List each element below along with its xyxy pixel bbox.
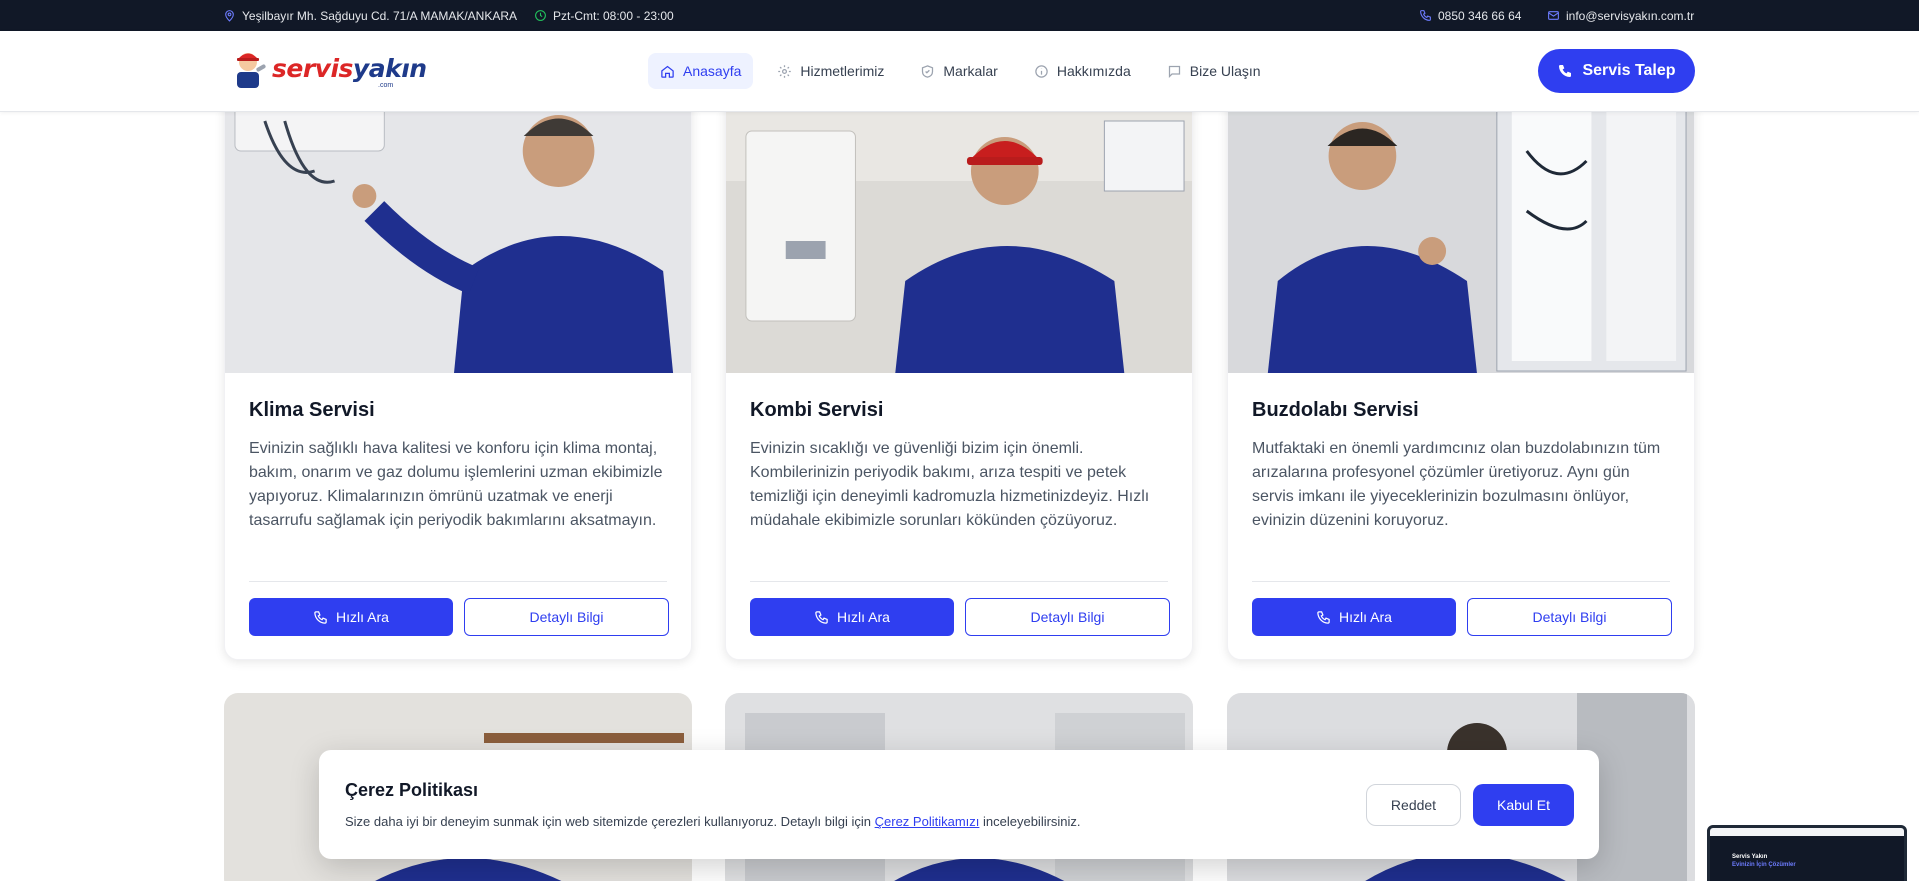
card-divider — [750, 581, 1168, 582]
logo-part1: servis — [272, 53, 353, 83]
preview-heading: Servis Yakın — [1732, 854, 1768, 860]
nav-label: Markalar — [943, 63, 998, 79]
phone-icon — [314, 610, 327, 624]
service-title: Kombi Servisi — [750, 399, 884, 421]
details-button[interactable]: Detaylı Bilgi — [464, 598, 669, 636]
site-logo[interactable]: servisyakın .com — [228, 46, 427, 90]
nav-label: Hakkımızda — [1056, 63, 1131, 79]
nav-label: Hizmetlerimiz — [800, 63, 885, 79]
service-request-label: Servis Talep — [1582, 62, 1676, 79]
phone-text: 0850 346 66 64 — [1438, 8, 1522, 23]
quick-call-label: Hızlı Ara — [1339, 609, 1392, 625]
map-pin-icon — [225, 10, 234, 22]
service-description: Evinizin sağlıklı hava kalitesi ve konfo… — [249, 440, 663, 529]
top-info-bar: Yeşilbayır Mh. Sağduyu Cd. 71/A MAMAK/AN… — [0, 0, 1919, 31]
email-link[interactable]: info@servisyakın.com.tr — [1547, 0, 1694, 31]
nav-item-hakkimizda[interactable]: Hakkımızda — [1022, 53, 1143, 89]
service-request-button[interactable]: Servis Talep — [1538, 49, 1695, 93]
email-text: info@servisyakın.com.tr — [1566, 8, 1695, 23]
logo-wordmark: servisyakın — [272, 56, 427, 81]
phone-icon — [1559, 65, 1572, 77]
info-icon — [1035, 64, 1048, 78]
service-card-buzdolabi: Buzdolabı Servisi Mutfaktaki en önemli y… — [1227, 60, 1695, 660]
shield-icon — [922, 64, 934, 78]
phone-icon — [1317, 610, 1330, 624]
home-icon — [661, 65, 674, 78]
address-info: Yeşilbayır Mh. Sağduyu Cd. 71/A MAMAK/AN… — [223, 0, 517, 31]
floating-site-preview[interactable]: Servis Yakın Evinizin İçin Çözümler — [1707, 825, 1907, 881]
card-divider — [249, 581, 667, 582]
mechanic-mascot-icon — [237, 53, 266, 88]
quick-call-label: Hızlı Ara — [336, 609, 389, 625]
nav-item-hizmetlerimiz[interactable]: Hizmetlerimiz — [765, 53, 896, 89]
cookie-text-after: inceleyebilirsiniz. — [983, 814, 1081, 829]
chat-icon — [1168, 65, 1180, 78]
address-text: Yeşilbayır Mh. Sağduyu Cd. 71/A MAMAK/AN… — [242, 8, 518, 23]
cookie-text-before: Size daha iyi bir deneyim sunmak için we… — [345, 814, 871, 829]
phone-link[interactable]: 0850 346 66 64 — [1419, 0, 1521, 31]
service-title: Buzdolabı Servisi — [1252, 399, 1419, 421]
nav-item-bize-ulasin[interactable]: Bize Ulaşın — [1155, 53, 1273, 89]
service-card-klima: Klima Servisi Evinizin sağlıklı hava kal… — [224, 60, 692, 660]
card-divider — [1252, 581, 1670, 582]
nav-item-markalar[interactable]: Markalar — [908, 53, 1009, 89]
cookie-title: Çerez Politikası — [345, 780, 479, 800]
quick-call-button[interactable]: Hızlı Ara — [249, 598, 453, 636]
nav-label: Anasayfa — [683, 63, 742, 79]
details-button[interactable]: Detaylı Bilgi — [965, 598, 1170, 636]
reject-cookies-button[interactable]: Reddet — [1366, 784, 1461, 826]
logo-tld: .com — [378, 82, 394, 89]
service-title: Klima Servisi — [249, 399, 375, 421]
service-description: Mutfaktaki en önemli yardımcınız olan bu… — [1252, 440, 1661, 529]
phone-icon — [1420, 10, 1431, 21]
details-button[interactable]: Detaylı Bilgi — [1467, 598, 1672, 636]
site-header: servisyakın .com Anasayfa Hizmetlerimiz … — [0, 31, 1919, 112]
main-nav: Anasayfa Hizmetlerimiz Markalar Hakkımız… — [648, 53, 1273, 89]
nav-label: Bize Ulaşın — [1189, 63, 1261, 79]
gear-icon — [778, 64, 792, 78]
hours-text: Pzt-Cmt: 08:00 - 23:00 — [553, 8, 674, 23]
cookie-consent-banner: Çerez Politikası Size daha iyi bir deney… — [319, 750, 1599, 859]
quick-call-button[interactable]: Hızlı Ara — [1252, 598, 1456, 636]
quick-call-label: Hızlı Ara — [837, 609, 890, 625]
quick-call-button[interactable]: Hızlı Ara — [750, 598, 954, 636]
accept-cookies-button[interactable]: Kabul Et — [1473, 784, 1574, 826]
phone-icon — [815, 610, 828, 624]
nav-item-anasayfa[interactable]: Anasayfa — [648, 53, 754, 89]
hours-info: Pzt-Cmt: 08:00 - 23:00 — [534, 0, 674, 31]
cookie-text: Size daha iyi bir deneyim sunmak için we… — [345, 814, 1081, 829]
clock-icon — [535, 10, 546, 21]
preview-navbar — [1710, 828, 1904, 836]
mail-icon — [1548, 11, 1559, 20]
cookie-policy-link[interactable]: Çerez Politikamızı — [875, 814, 980, 829]
service-card-kombi: Kombi Servisi Evinizin sıcaklığı ve güve… — [725, 60, 1193, 660]
preview-subheading: Evinizin İçin Çözümler — [1732, 862, 1796, 868]
service-description: Evinizin sıcaklığı ve güvenliği bizim iç… — [750, 440, 1150, 529]
logo-part2: yakın — [352, 53, 427, 83]
